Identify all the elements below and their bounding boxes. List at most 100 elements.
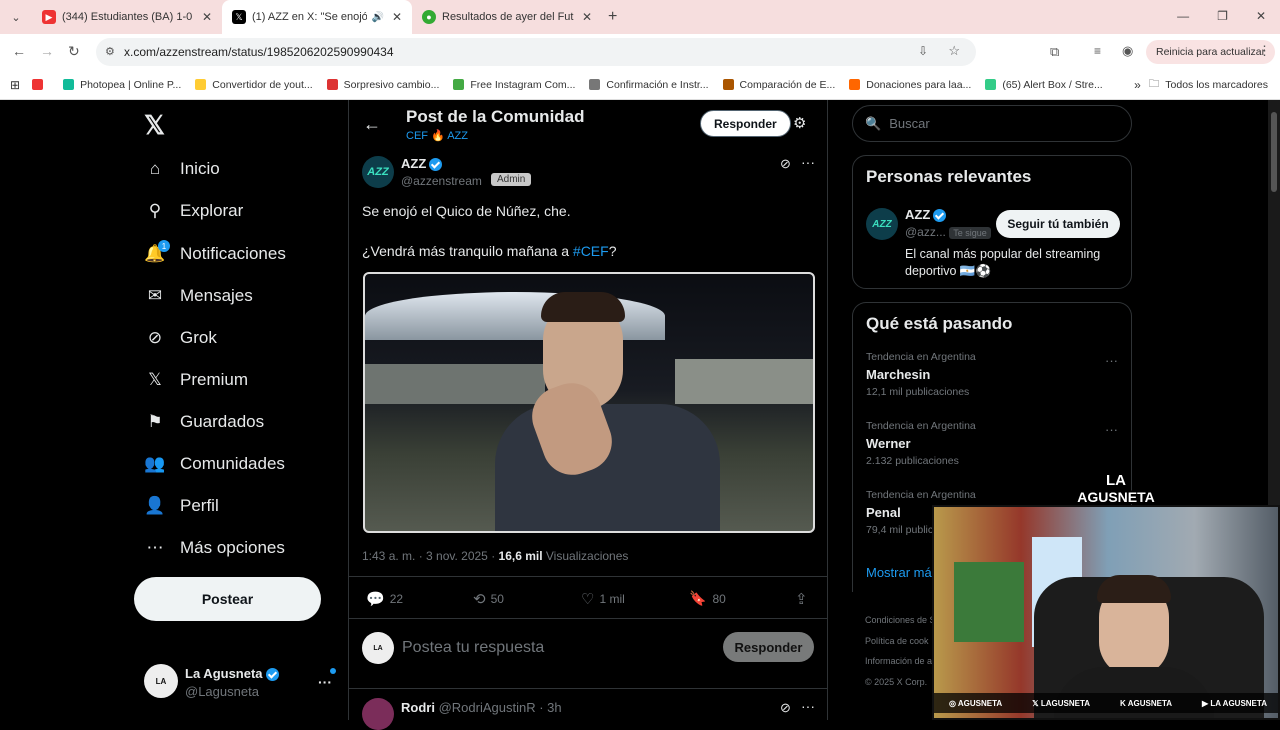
star-icon[interactable]: ☆ <box>948 43 960 59</box>
back-arrow-icon[interactable]: ← <box>363 114 381 135</box>
nav-item-premium[interactable]: 𝕏 Premium <box>144 369 248 391</box>
bookmarks-bar: ⊞ Photopea | Online P... Convertidor de y… <box>0 70 1280 100</box>
reply-action[interactable]: 💬 22 <box>366 590 403 608</box>
share-icon[interactable]: ⇪ <box>795 590 808 608</box>
reply-input[interactable]: Postea tu respuesta <box>402 639 544 657</box>
update-button[interactable]: Reinicia para actualizar <box>1146 40 1276 64</box>
toolbar: ← → ↻ ⚙ x.com/azzenstream/status/1985206… <box>0 34 1280 70</box>
author-handle: @azzenstream <box>401 174 482 188</box>
account-avatar[interactable]: LA <box>144 664 178 698</box>
account-more-icon[interactable]: ··· <box>318 674 332 690</box>
tab-close-icon[interactable]: ✕ <box>392 10 402 24</box>
more-bookmarks-icon[interactable]: » <box>1134 78 1141 92</box>
search-icon: ⚲ <box>148 201 162 220</box>
nav-label: Mensajes <box>180 286 253 305</box>
nav-item-mensajes[interactable]: ✉ Mensajes <box>144 285 253 307</box>
scrollbar-thumb[interactable] <box>1271 112 1277 192</box>
nav-item-notificaciones[interactable]: 🔔 1 Notificaciones <box>144 240 286 265</box>
menu-icon[interactable]: ⋮ <box>1258 43 1271 59</box>
post-more-icon[interactable]: ··· <box>801 154 815 170</box>
back-icon[interactable]: ← <box>12 43 26 59</box>
relevant-avatar[interactable]: AZZ <box>866 208 898 240</box>
youtube-bookmark[interactable] <box>32 79 49 90</box>
bookmark-item[interactable]: Convertidor de yout... <box>195 79 313 91</box>
bookmark-item[interactable]: Photopea | Online P... <box>63 79 181 91</box>
update-label: Reinicia para actualizar <box>1156 46 1266 58</box>
show-more-link[interactable]: Mostrar más <box>866 565 938 580</box>
bookmark-item[interactable]: Donaciones para laa... <box>849 79 971 91</box>
admin-badge: Admin <box>491 173 532 186</box>
header-reply-button[interactable]: Responder <box>700 110 791 137</box>
tab-2[interactable]: ● Resultados de ayer del Futbol A ✕ <box>412 0 602 34</box>
tab-strip: ⌄ ▶ (344) Estudiantes (BA) 1-0 Tristá ✕ … <box>0 0 1280 34</box>
footer-info[interactable]: Información de a <box>865 651 936 672</box>
reply-author[interactable]: Rodri @RodriAgustinR · 3h <box>401 700 562 715</box>
forward-icon[interactable]: → <box>40 43 54 59</box>
extensions-icon[interactable]: ⧉ <box>1050 44 1059 60</box>
reload-icon[interactable]: ↻ <box>68 43 80 60</box>
address-bar[interactable]: ⚙ x.com/azzenstream/status/1985206202590… <box>96 38 976 66</box>
post-video[interactable] <box>363 272 815 533</box>
author-avatar[interactable]: AZZ <box>362 156 394 188</box>
x-logo-icon[interactable]: 𝕏 <box>144 110 165 141</box>
trend-item[interactable]: Tendencia en Argentina Marchesin 12,1 mil … <box>866 351 1126 411</box>
nav-item-más-opciones[interactable]: ⋯ Más opciones <box>144 537 285 559</box>
apps-icon[interactable]: ⊞ <box>10 78 20 92</box>
new-tab-icon[interactable]: + <box>608 8 617 26</box>
follow-back-button[interactable]: Seguir tú también <box>996 210 1120 238</box>
profile-icon[interactable]: ◉ <box>1122 43 1133 59</box>
site-info-icon[interactable]: ⚙ <box>105 45 115 58</box>
mail-icon: ✉ <box>147 286 163 305</box>
tab-1[interactable]: 𝕏 (1) AZZ en X: "Se enojó el C 🔊 ✕ <box>222 0 412 34</box>
nav-item-inicio[interactable]: ⌂ Inicio <box>144 158 220 180</box>
author-name[interactable]: AZZ <box>401 156 443 172</box>
nav-item-guardados[interactable]: ⚑ Guardados <box>144 411 264 433</box>
footer-terms[interactable]: Condiciones de S <box>865 610 936 631</box>
nav-item-perfil[interactable]: 👤 Perfil <box>144 495 218 517</box>
bookmark-favicon-icon <box>849 79 861 90</box>
grok-icon[interactable]: ⊘ <box>780 156 791 172</box>
bookmark-item[interactable]: Comparación de E... <box>722 79 835 91</box>
minimize-icon[interactable]: — <box>1177 9 1189 23</box>
post-button[interactable]: Postear <box>134 577 321 621</box>
nav-item-grok[interactable]: ⊘ Grok <box>144 327 217 349</box>
all-bookmarks[interactable]: 🗀 Todos los marcadores <box>1149 76 1268 94</box>
relevant-handle-text: @azz... <box>905 225 946 239</box>
tab-0[interactable]: ▶ (344) Estudiantes (BA) 1-0 Tristá ✕ <box>32 0 222 34</box>
close-window-icon[interactable]: ✕ <box>1256 9 1266 23</box>
bookmark-item[interactable]: Free Instagram Com... <box>453 79 575 91</box>
trend-more-icon[interactable]: ··· <box>1105 422 1118 437</box>
install-icon[interactable]: ⇩ <box>918 44 928 58</box>
bookmark-item[interactable]: Confirmación e Instr... <box>589 79 709 91</box>
relevant-name[interactable]: AZZ <box>905 207 947 223</box>
settings-sliders-icon[interactable]: ⚙ <box>793 114 806 132</box>
tab-1-title: (1) AZZ en X: "Se enojó el C <box>252 11 368 23</box>
tab-search-icon[interactable]: ⌄ <box>0 11 32 24</box>
community-name: CEF <box>406 130 428 142</box>
account-name[interactable]: La Agusneta <box>185 666 279 682</box>
media-icon[interactable]: ≡ <box>1094 44 1101 58</box>
trend-item[interactable]: Tendencia en Argentina Werner 2.132 public… <box>866 420 1126 480</box>
bookmark-action[interactable]: 🔖 80 <box>689 590 726 607</box>
reply-author-avatar[interactable] <box>362 698 394 730</box>
repost-action[interactable]: ⟲ 50 <box>473 590 504 608</box>
bookmark-item[interactable]: (65) Alert Box / Stre... <box>985 79 1103 91</box>
community-breadcrumb[interactable]: CEF 🔥 AZZ <box>406 129 468 142</box>
follows-you-badge: Te sigue <box>949 227 991 239</box>
audio-icon[interactable]: 🔊 <box>371 12 383 23</box>
grok-icon[interactable]: ⊘ <box>780 700 791 716</box>
reply-submit-button[interactable]: Responder <box>723 632 814 662</box>
like-action[interactable]: ♡ 1 mil <box>581 590 625 608</box>
nav-item-explorar[interactable]: ⚲ Explorar <box>144 200 244 222</box>
trend-more-icon[interactable]: ··· <box>1105 353 1118 368</box>
bookmark-item[interactable]: Sorpresivo cambio... <box>326 79 439 91</box>
tab-close-icon[interactable]: ✕ <box>582 10 592 24</box>
reply-more-icon[interactable]: ··· <box>801 698 815 714</box>
hashtag-link[interactable]: #CEF <box>573 243 609 259</box>
search-input[interactable]: 🔍 Buscar <box>852 105 1132 142</box>
footer-cookies[interactable]: Política de cook <box>865 631 936 652</box>
restore-icon[interactable]: ❐ <box>1217 9 1228 23</box>
tab-close-icon[interactable]: ✕ <box>202 10 212 24</box>
person-icon: 👤 <box>144 496 166 515</box>
nav-item-comunidades[interactable]: 👥 Comunidades <box>144 453 285 475</box>
